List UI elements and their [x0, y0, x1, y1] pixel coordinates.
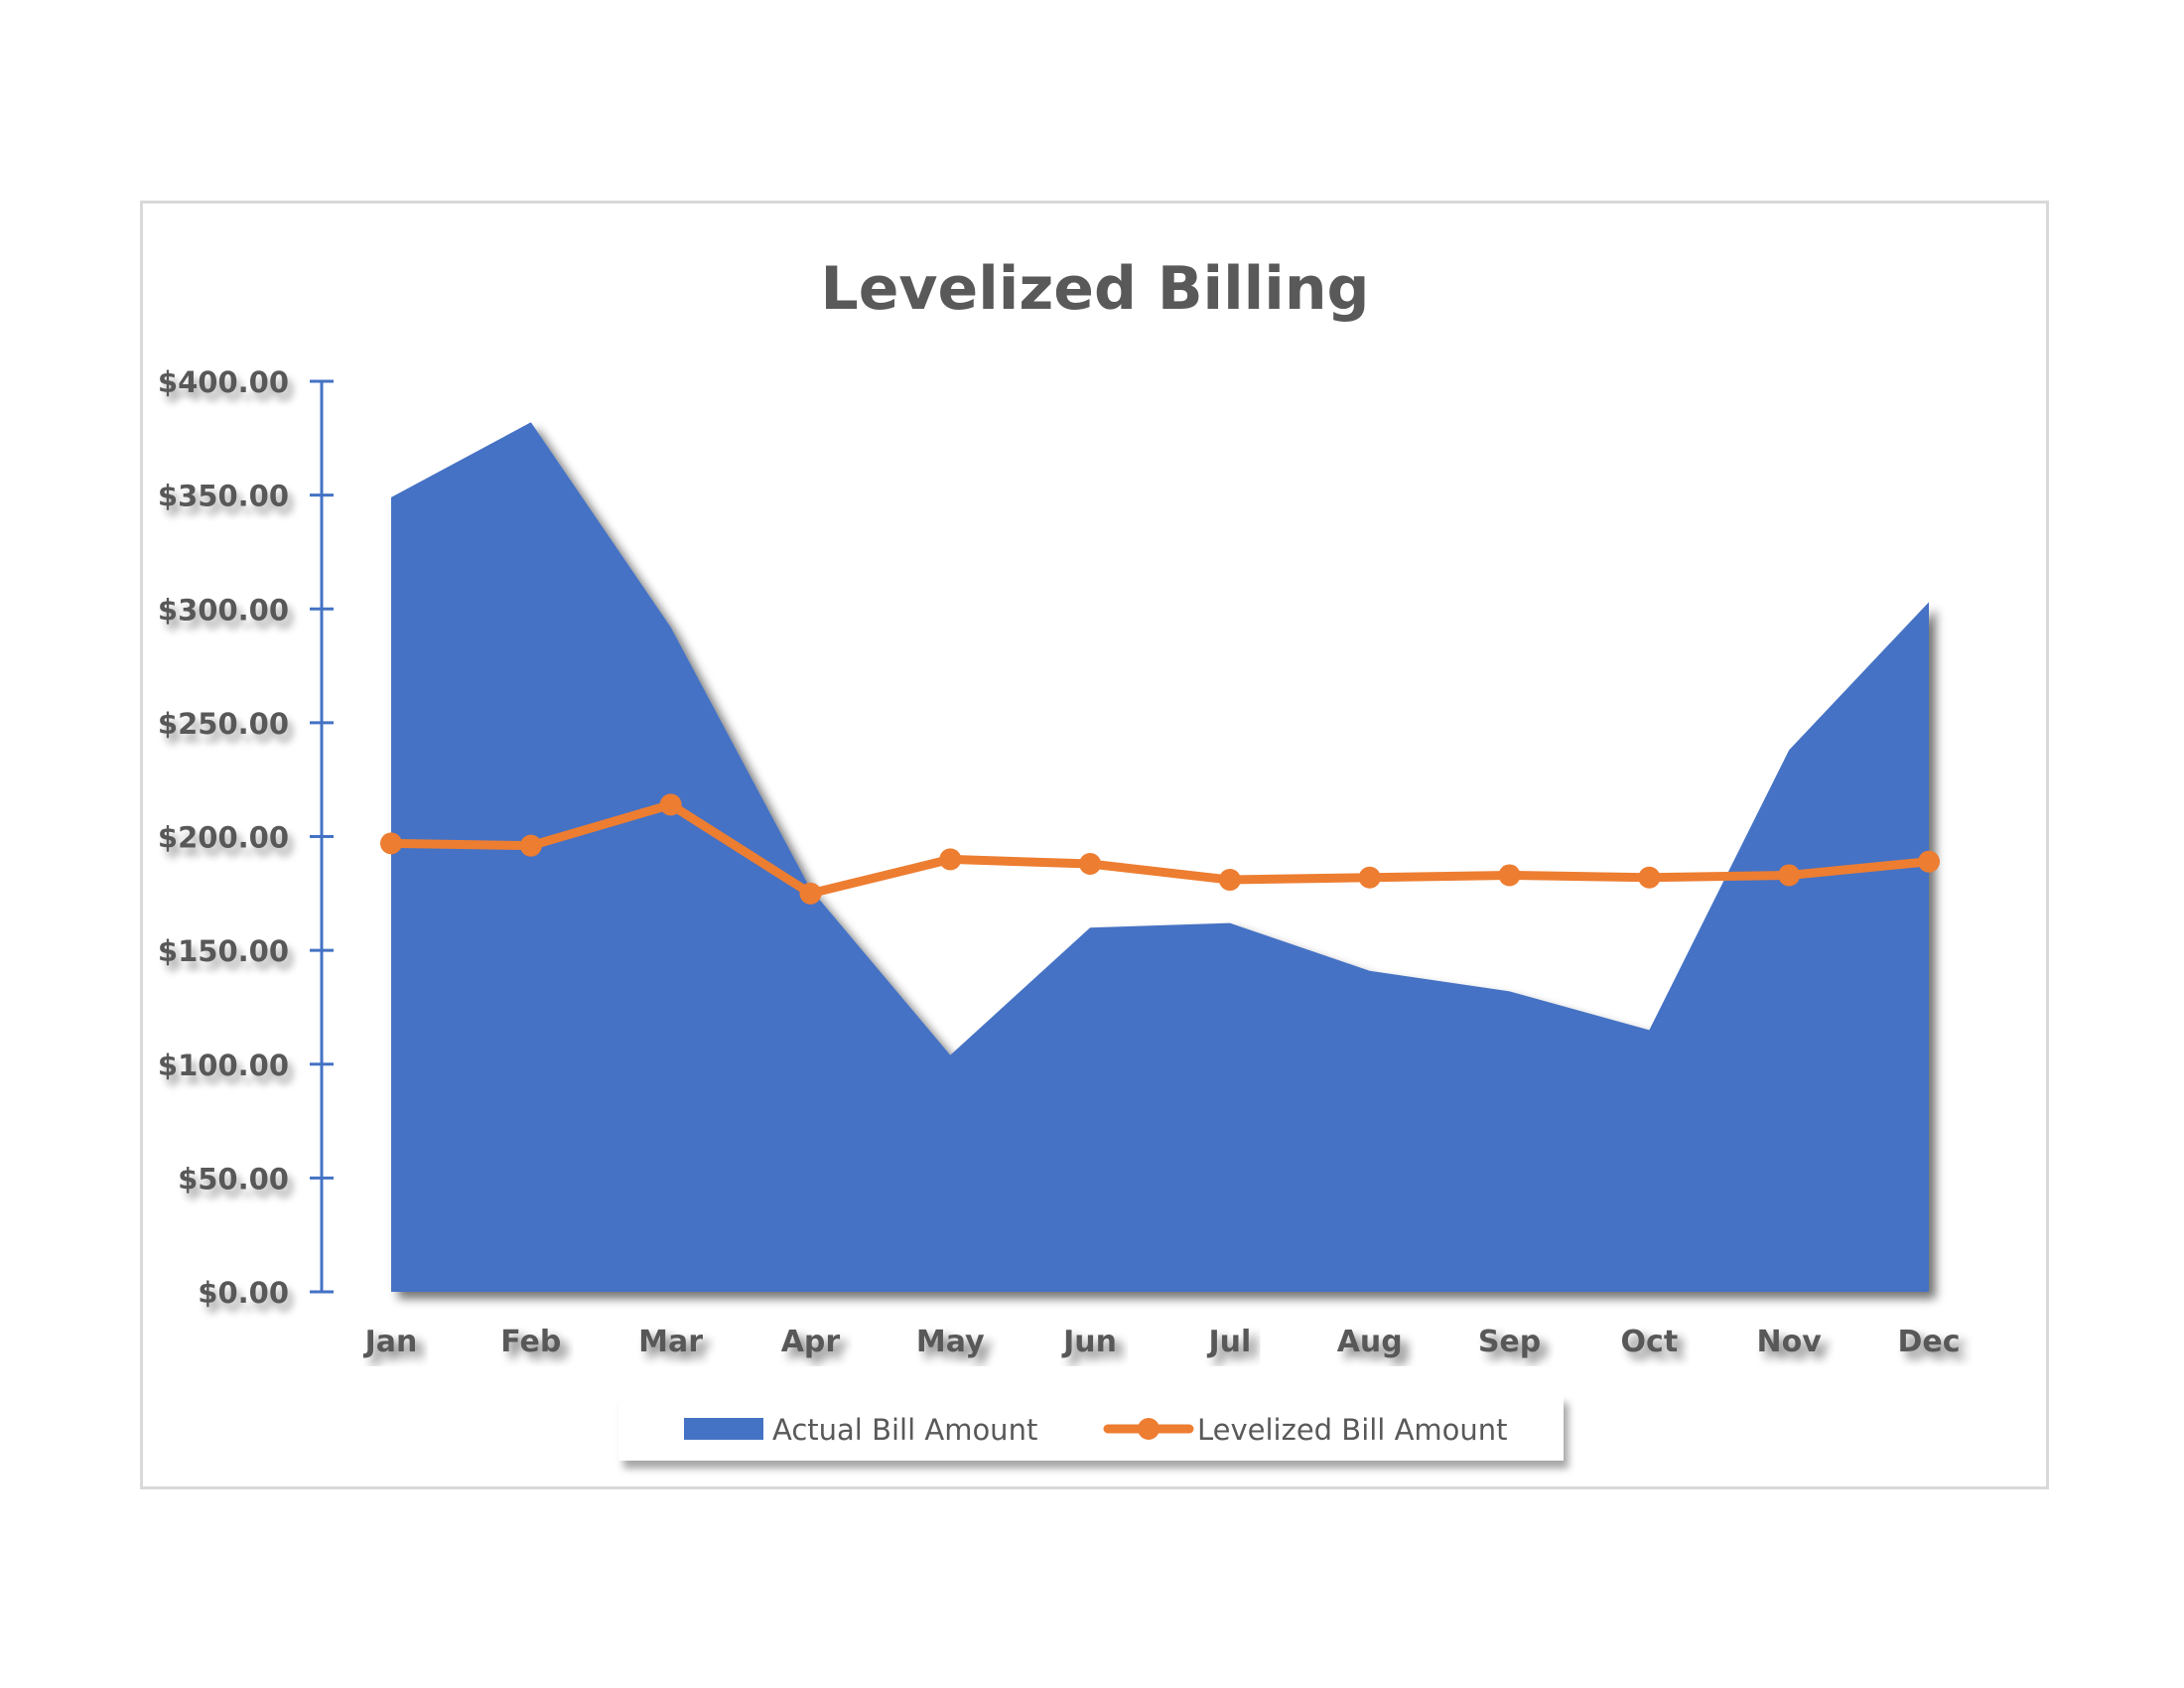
x-tick-label-jan: Jan	[363, 1325, 418, 1359]
x-tick-label-sep: Sep	[1478, 1325, 1541, 1359]
y-tick-labels: $0.00 $50.00 $100.00 $150.00 $200.00 $250.00 $…	[158, 365, 289, 1310]
y-tick-label: $400.00	[158, 365, 289, 399]
legend-label-levelized: Levelized Bill Amount	[1197, 1413, 1508, 1447]
x-tick-label-mar: Mar	[638, 1325, 703, 1359]
area-point-oct	[1648, 1029, 1650, 1031]
y-tick-label: $300.00	[158, 593, 289, 627]
x-tick-label-feb: Feb	[500, 1325, 561, 1359]
area-point-aug	[1369, 970, 1371, 972]
legend-marker-swatch	[1138, 1418, 1160, 1440]
line-marker-nov[interactable]	[1778, 864, 1801, 887]
line-marker-feb[interactable]	[519, 834, 542, 857]
area-point-jul	[1229, 922, 1231, 924]
y-tick-label: $150.00	[158, 934, 289, 968]
x-tick-label-nov: Nov	[1757, 1325, 1823, 1359]
actual-bill-area	[391, 422, 1929, 1292]
area-point-sep	[1509, 990, 1511, 992]
area-point-mar	[670, 627, 672, 629]
line-marker-may[interactable]	[939, 848, 962, 871]
area-point-jun	[1089, 926, 1091, 928]
line-marker-aug[interactable]	[1358, 866, 1381, 889]
line-marker-jan[interactable]	[380, 832, 402, 855]
line-marker-jun[interactable]	[1079, 853, 1102, 876]
x-tick-labels: Jan Feb Mar Apr May Jun Jul Aug Sep Oct Nov Dec	[363, 1325, 1961, 1359]
x-tick-label-jul: Jul	[1207, 1325, 1252, 1359]
x-tick-label-oct: Oct	[1621, 1325, 1679, 1359]
chart-title: Levelized Billing	[821, 254, 1370, 324]
x-tick-label-jun: Jun	[1061, 1325, 1117, 1359]
line-marker-apr[interactable]	[799, 882, 822, 905]
x-tick-label-apr: Apr	[781, 1325, 841, 1359]
area-point-nov	[1788, 749, 1790, 751]
y-tick-label: $200.00	[158, 821, 289, 855]
y-tick-label: $100.00	[158, 1049, 289, 1082]
y-tick-label: $50.00	[178, 1162, 289, 1196]
y-axis	[310, 379, 334, 1294]
area-point-may	[949, 1055, 951, 1056]
x-tick-label-aug: Aug	[1337, 1325, 1403, 1359]
x-tick-label-may: May	[916, 1325, 985, 1359]
line-marker-sep[interactable]	[1498, 864, 1521, 887]
chart: Levelized Billing $0.00 $50.00 $100.00 $150…	[158, 254, 1998, 1461]
line-marker-oct[interactable]	[1638, 866, 1661, 889]
line-marker-dec[interactable]	[1918, 850, 1940, 873]
line-marker-mar[interactable]	[659, 793, 682, 816]
legend: Actual Bill Amount Levelized Bill Amount	[618, 1395, 1564, 1461]
legend-label-actual: Actual Bill Amount	[772, 1413, 1037, 1447]
area-point-feb	[530, 421, 532, 423]
legend-area-swatch	[684, 1418, 763, 1440]
actual-bill-area-layer	[390, 421, 1930, 1292]
line-marker-jul[interactable]	[1218, 869, 1241, 892]
x-tick-label-dec: Dec	[1897, 1325, 1960, 1359]
area-point-jan	[390, 496, 392, 498]
y-tick-label: $350.00	[158, 480, 289, 513]
y-tick-label: $250.00	[158, 707, 289, 741]
y-tick-label: $0.00	[198, 1276, 289, 1310]
area-point-dec	[1928, 601, 1930, 603]
